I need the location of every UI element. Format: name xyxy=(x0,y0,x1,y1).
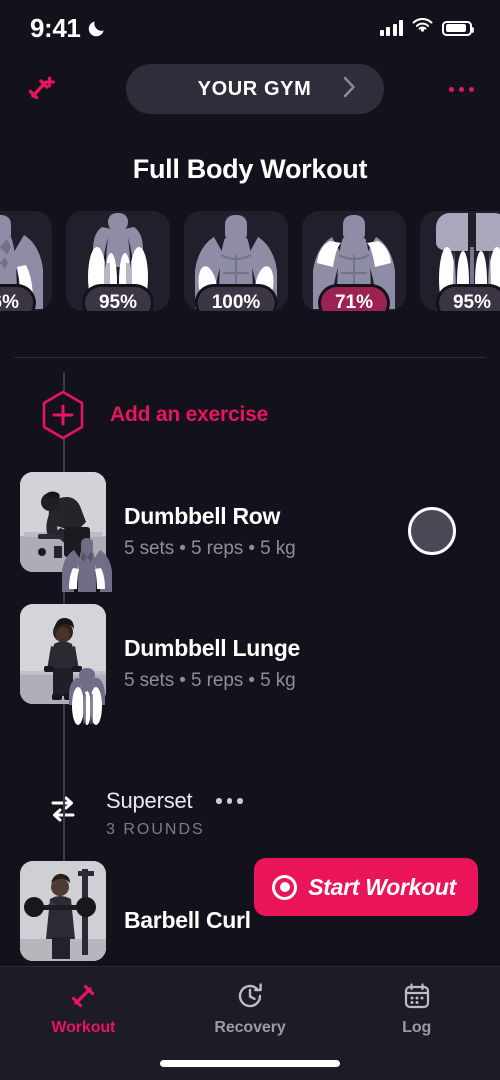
muscle-percent-badge: 71% xyxy=(320,287,388,311)
tab-label: Workout xyxy=(51,1019,116,1036)
wifi-icon xyxy=(412,17,433,39)
crescent-moon-icon xyxy=(87,19,106,38)
status-bar-right xyxy=(379,17,474,39)
muscle-card-shoulders[interactable]: 71% xyxy=(302,211,406,311)
tab-label: Log xyxy=(402,1019,432,1036)
exercise-row-dumbbell-row[interactable]: Dumbbell Row 5 sets • 5 reps • 5 kg xyxy=(0,472,500,592)
plus-hexagon-icon xyxy=(40,390,86,440)
exercise-info: Dumbbell Lunge 5 sets • 5 reps • 5 kg xyxy=(124,635,500,692)
tab-log[interactable]: Log xyxy=(333,981,500,1037)
exercise-thumbnail-wrap xyxy=(20,604,106,725)
barbell-curl-photo xyxy=(20,861,106,961)
add-exercise-button[interactable]: Add an exercise xyxy=(0,372,500,458)
record-circle-icon xyxy=(272,874,298,900)
more-options-icon[interactable] xyxy=(214,792,245,810)
gym-selector-label: YOUR GYM xyxy=(197,77,312,100)
gym-selector-button[interactable]: YOUR GYM xyxy=(125,64,384,114)
muscle-card-chest[interactable]: 100% xyxy=(184,211,288,311)
muscle-card-hamstrings[interactable]: 95% xyxy=(66,211,170,311)
start-workout-label: Start Workout xyxy=(308,873,456,900)
home-indicator xyxy=(160,1060,340,1067)
muscle-percent-badge: 95% xyxy=(438,287,500,311)
muscle-percent-badge: 100% xyxy=(197,287,275,311)
clock-refresh-icon xyxy=(235,981,265,1011)
status-time: 9:41 xyxy=(30,12,81,43)
cellular-signal-icon xyxy=(379,20,403,36)
exercise-info: Dumbbell Row 5 sets • 5 reps • 5 kg xyxy=(124,503,408,560)
battery-icon xyxy=(442,20,474,36)
tab-recovery[interactable]: Recovery xyxy=(167,981,334,1037)
bottom-tab-bar: Workout Recovery Log xyxy=(0,966,500,1080)
dumbbell-icon xyxy=(68,981,98,1011)
tab-workout[interactable]: Workout xyxy=(0,981,167,1037)
muscle-card-back[interactable]: 96% xyxy=(0,211,52,311)
superset-title: Superset xyxy=(106,788,193,813)
exercise-thumbnail-wrap xyxy=(20,472,112,592)
muscle-percent-badge: 95% xyxy=(84,287,152,311)
status-bar-left: 9:41 xyxy=(30,13,106,44)
exercise-name: Dumbbell Row xyxy=(124,502,281,529)
more-options-icon[interactable] xyxy=(445,77,478,102)
status-bar: 9:41 xyxy=(0,0,500,56)
page-title: Full Body Workout xyxy=(132,154,368,184)
muscle-coverage-carousel[interactable]: 96% xyxy=(0,211,500,311)
tab-label: Recovery xyxy=(214,1019,286,1036)
add-exercise-label: Add an exercise xyxy=(110,403,269,426)
section-divider xyxy=(14,357,486,358)
muscle-percent-badge: 96% xyxy=(0,287,34,311)
chevron-right-icon xyxy=(343,76,356,102)
exercise-name: Dumbbell Lunge xyxy=(124,634,300,661)
exercise-thumbnail-wrap xyxy=(20,861,106,979)
start-workout-button[interactable]: Start Workout xyxy=(254,858,478,916)
superset-rounds: 3 ROUNDS xyxy=(106,821,205,838)
calendar-icon xyxy=(403,981,431,1011)
superset-info: Superset 3 ROUNDS xyxy=(106,788,245,839)
exercise-meta: 5 sets • 5 reps • 5 kg xyxy=(124,669,296,691)
exercise-row-dumbbell-lunge[interactable]: Dumbbell Lunge 5 sets • 5 reps • 5 kg xyxy=(0,604,500,725)
superset-group-header[interactable]: Superset 3 ROUNDS xyxy=(0,788,500,839)
app-screen: 9:41 YOUR GYM Full Body Workout % 95% 10… xyxy=(0,0,500,1080)
quads-muscle-icon xyxy=(56,664,118,726)
top-navigation: YOUR GYM xyxy=(0,56,500,122)
back-muscle-icon xyxy=(56,532,118,594)
add-dumbbell-icon[interactable] xyxy=(18,66,64,112)
exercise-complete-toggle[interactable] xyxy=(408,507,456,555)
exercise-meta: 5 sets • 5 reps • 5 kg xyxy=(124,537,296,559)
muscle-card-quads[interactable]: 95% xyxy=(420,211,500,311)
